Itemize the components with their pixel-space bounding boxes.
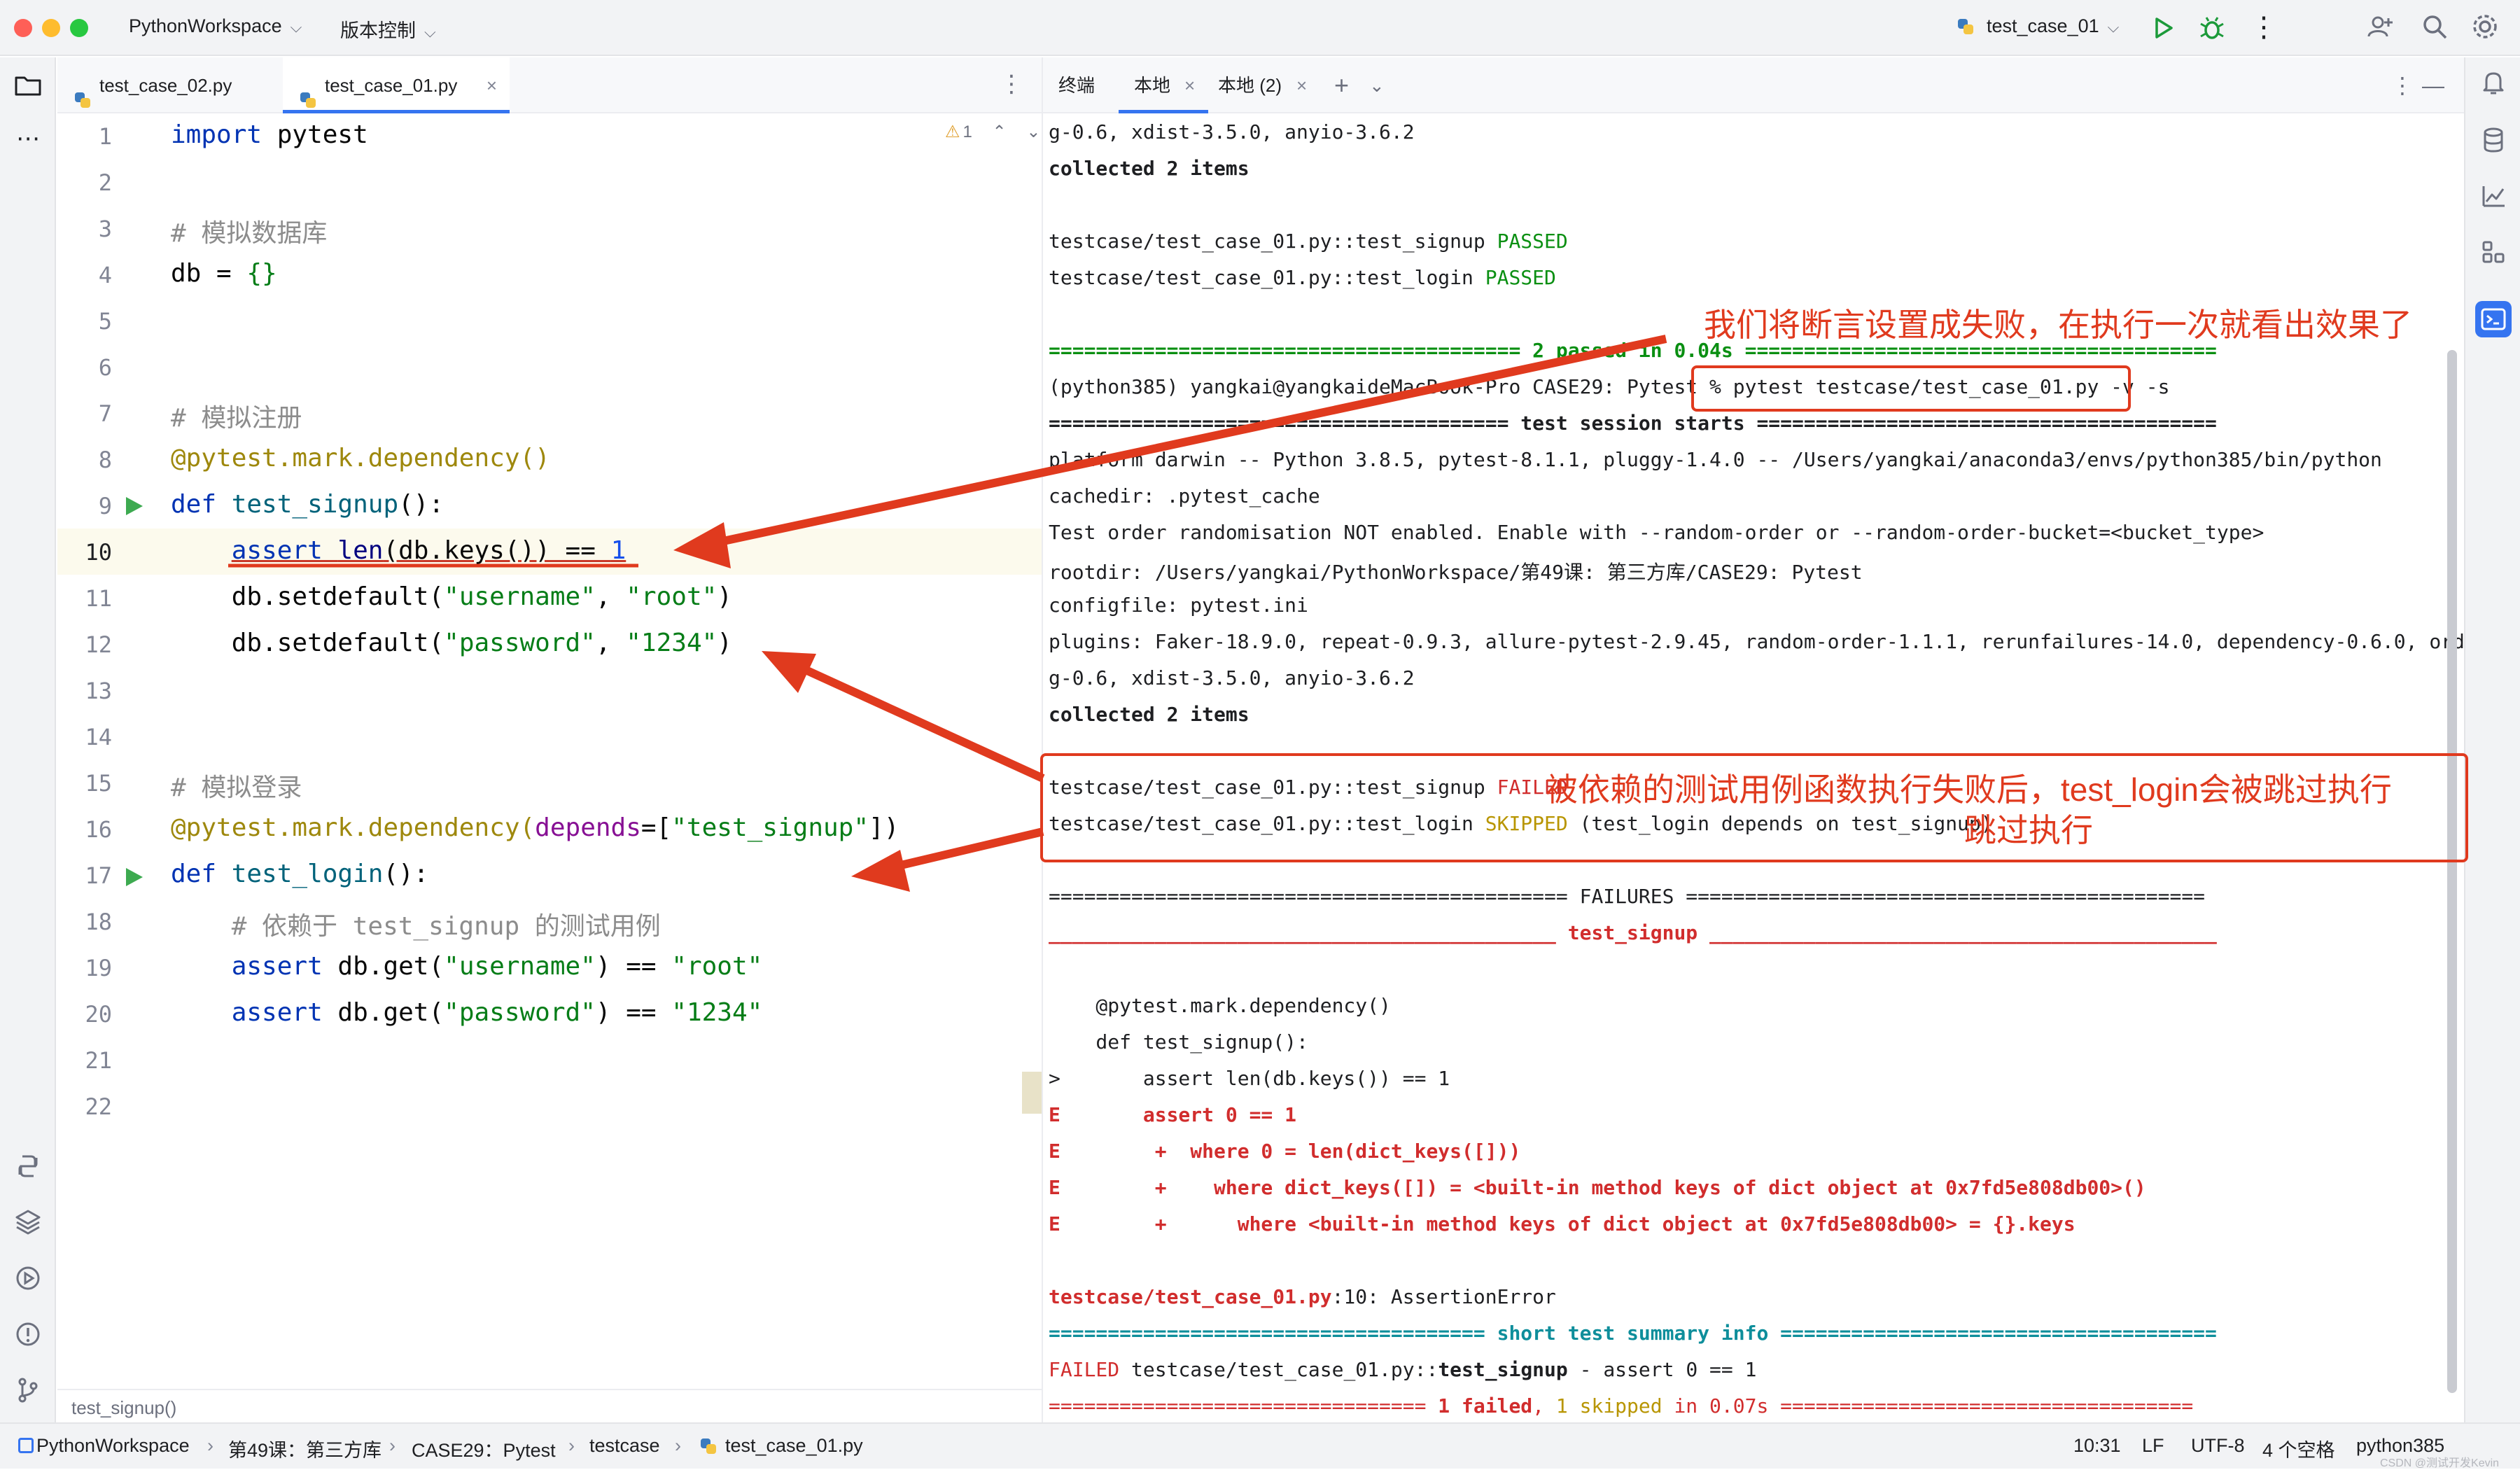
annotation-arrow-1 — [673, 335, 1667, 568]
project-icon — [18, 1438, 34, 1453]
indent-setting[interactable]: 4 个空格 — [2262, 1435, 2335, 1462]
chevron-right-icon: › — [568, 1435, 575, 1456]
annotation-arrows — [228, 335, 1667, 892]
breadcrumb-file[interactable]: test_case_01.py — [725, 1435, 863, 1457]
file-encoding[interactable]: UTF-8 — [2191, 1435, 2245, 1457]
line-separator[interactable]: LF — [2142, 1435, 2164, 1457]
chevron-right-icon: › — [389, 1435, 396, 1456]
annotation-arrow-3 — [851, 827, 1044, 892]
python-file-icon — [699, 1436, 718, 1456]
breadcrumb-folder[interactable]: testcase — [589, 1435, 660, 1457]
breadcrumb-project[interactable]: PythonWorkspace — [36, 1435, 190, 1457]
watermark: CSDN @测试开发Kevin — [2380, 1457, 2500, 1469]
chevron-right-icon: › — [207, 1435, 214, 1456]
annotation-arrow-2 — [762, 651, 1045, 783]
status-bar: PythonWorkspace › 第49课：第三方库 › CASE29：Pyt… — [0, 1422, 2520, 1469]
breadcrumb-folder[interactable]: CASE29：Pytest — [412, 1435, 556, 1462]
cursor-position[interactable]: 10:31 — [2073, 1435, 2121, 1457]
chevron-right-icon: › — [675, 1435, 681, 1456]
breadcrumb-folder[interactable]: 第49课：第三方库 — [228, 1435, 382, 1462]
